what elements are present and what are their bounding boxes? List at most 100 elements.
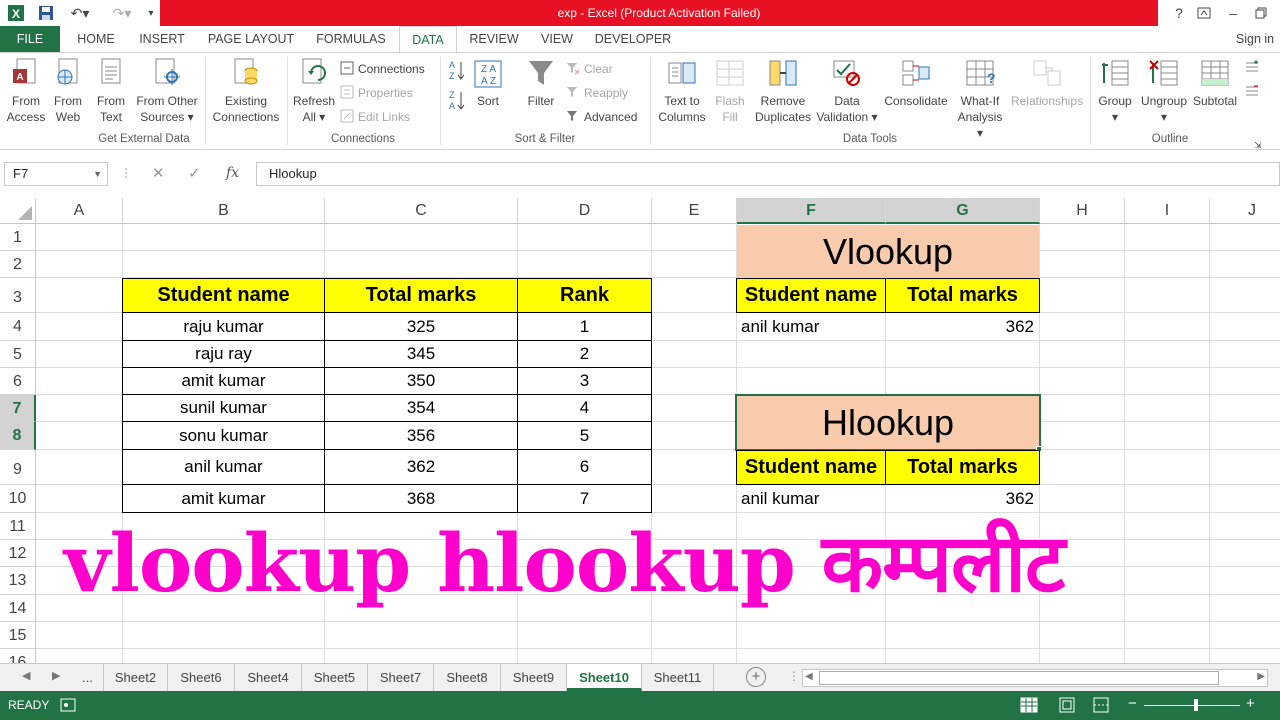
from-web-button[interactable]: From Web — [48, 57, 88, 125]
formula-input[interactable]: Hlookup — [256, 162, 1280, 186]
row-header-10[interactable]: 10 — [0, 485, 36, 513]
sheet-tab-sheet11[interactable]: Sheet11 — [642, 664, 714, 691]
table-cell[interactable]: 2 — [517, 341, 652, 368]
column-header-j[interactable]: J — [1210, 198, 1280, 224]
help-button[interactable]: ? — [1168, 3, 1190, 23]
tab-file[interactable]: FILE — [0, 26, 60, 52]
from-other-sources-button[interactable]: From Other Sources ▾ — [132, 57, 202, 125]
sheet-tab-sheet6[interactable]: Sheet6 — [168, 664, 235, 691]
tab-review[interactable]: REVIEW — [463, 26, 525, 52]
sheet-tab-sheet7[interactable]: Sheet7 — [368, 664, 434, 691]
group-button[interactable]: Group ▾ — [1094, 57, 1136, 125]
text-to-columns-button[interactable]: Text to Columns — [654, 57, 710, 125]
vlookup-header-student-name[interactable]: Student name — [736, 278, 886, 313]
zoom-slider-thumb[interactable] — [1194, 699, 1198, 711]
row-header-9[interactable]: 9 — [0, 450, 36, 485]
show-detail-icon[interactable] — [1244, 59, 1264, 79]
table-cell[interactable]: 3 — [517, 368, 652, 395]
from-access-button[interactable]: A From Access — [4, 57, 48, 125]
table-cell[interactable]: 5 — [517, 422, 652, 450]
ungroup-button[interactable]: Ungroup ▾ — [1136, 57, 1192, 125]
zoom-out-button[interactable]: − — [1128, 695, 1137, 712]
from-text-button[interactable]: From Text — [90, 57, 132, 125]
row-header-13[interactable]: 13 — [0, 567, 36, 595]
hlookup-title[interactable]: Hlookup — [735, 394, 1041, 451]
save-icon[interactable] — [36, 3, 56, 23]
column-header-f[interactable]: F — [737, 198, 886, 224]
subtotal-button[interactable]: Subtotal — [1190, 57, 1240, 109]
flash-fill-button[interactable]: Flash Fill — [712, 57, 748, 125]
main-table-header-total-marks[interactable]: Total marks — [324, 278, 518, 313]
sheet-tab-more[interactable]: ... — [72, 664, 104, 691]
insert-function-icon[interactable]: fx — [226, 165, 239, 181]
sheet-tab-sheet4[interactable]: Sheet4 — [235, 664, 302, 691]
row-header-5[interactable]: 5 — [0, 341, 36, 368]
page-layout-view-icon[interactable] — [1058, 697, 1076, 716]
table-cell[interactable]: anil kumar — [122, 450, 325, 485]
data-validation-button[interactable]: Data Validation ▾ — [814, 57, 880, 125]
scroll-left-arrow-icon[interactable]: ◀ — [805, 671, 813, 682]
tab-formulas[interactable]: FORMULAS — [310, 26, 392, 52]
row-header-15[interactable]: 15 — [0, 622, 36, 649]
scroll-right-icon[interactable]: ▶ — [52, 669, 60, 682]
table-cell[interactable]: 7 — [517, 485, 652, 513]
refresh-all-button[interactable]: Refresh All ▾ — [291, 57, 337, 125]
vlookup-header-total-marks[interactable]: Total marks — [885, 278, 1040, 313]
normal-view-icon[interactable] — [1020, 697, 1038, 716]
name-box[interactable]: F7 ▼ — [4, 162, 108, 186]
zoom-slider[interactable] — [1144, 705, 1240, 706]
scrollbar-thumb[interactable] — [819, 671, 1219, 685]
horizontal-scrollbar[interactable]: ◀ ▶ — [802, 669, 1268, 687]
hlookup-marks-cell[interactable]: 362 — [886, 485, 1038, 513]
page-break-view-icon[interactable] — [1092, 697, 1110, 716]
hlookup-header-student-name[interactable]: Student name — [736, 450, 886, 485]
enter-icon[interactable]: ✓ — [188, 164, 201, 182]
table-cell[interactable]: 325 — [324, 313, 518, 341]
table-cell[interactable]: 350 — [324, 368, 518, 395]
row-header-3[interactable]: 3 — [0, 278, 36, 313]
table-cell[interactable]: 6 — [517, 450, 652, 485]
sort-a-to-z-icon[interactable]: AZ — [448, 59, 468, 81]
row-header-2[interactable]: 2 — [0, 251, 36, 278]
table-cell[interactable]: raju kumar — [122, 313, 325, 341]
column-header-c[interactable]: C — [325, 198, 518, 224]
table-cell[interactable]: 4 — [517, 395, 652, 422]
sort-z-to-a-icon[interactable]: ZA — [448, 89, 468, 111]
redo-icon[interactable]: ↷▾ — [108, 3, 136, 23]
tab-splitter-icon[interactable]: ⋮ — [788, 669, 800, 683]
scroll-left-icon[interactable]: ◀ — [22, 669, 30, 682]
row-header-4[interactable]: 4 — [0, 313, 36, 341]
row-header-6[interactable]: 6 — [0, 368, 36, 395]
table-cell[interactable]: 1 — [517, 313, 652, 341]
drag-handle-icon[interactable]: ⋮ — [120, 166, 132, 180]
row-header-1[interactable]: 1 — [0, 224, 36, 251]
row-header-7[interactable]: 7 — [0, 395, 36, 422]
column-header-a[interactable]: A — [36, 198, 123, 224]
hide-detail-icon[interactable] — [1244, 83, 1264, 103]
connections-button[interactable]: Connections — [340, 59, 425, 79]
minimize-icon[interactable]: – — [1222, 3, 1244, 23]
sheet-tab-sheet10[interactable]: Sheet10 — [567, 664, 642, 691]
reapply-button[interactable]: Reapply — [566, 83, 628, 103]
outline-dialog-launcher-icon[interactable]: ⇲ — [1254, 135, 1268, 155]
sort-button[interactable]: Z AA Z Sort — [470, 57, 506, 109]
sheet-tab-sheet2[interactable]: Sheet2 — [104, 664, 168, 691]
undo-icon[interactable]: ↶▾ — [66, 3, 94, 23]
clear-button[interactable]: Clear — [566, 59, 613, 79]
main-table-header-rank[interactable]: Rank — [517, 278, 652, 313]
cancel-icon[interactable]: ✕ — [152, 164, 165, 182]
tab-insert[interactable]: INSERT — [132, 26, 192, 52]
row-header-14[interactable]: 14 — [0, 595, 36, 622]
scroll-right-arrow-icon[interactable]: ▶ — [1257, 671, 1265, 682]
tab-data[interactable]: DATA — [399, 26, 457, 53]
column-header-e[interactable]: E — [652, 198, 737, 224]
sheet-tab-sheet5[interactable]: Sheet5 — [302, 664, 368, 691]
table-cell[interactable]: 345 — [324, 341, 518, 368]
main-table-header-student-name[interactable]: Student name — [122, 278, 325, 313]
table-cell[interactable]: amit kumar — [122, 368, 325, 395]
tab-home[interactable]: HOME — [66, 26, 126, 52]
table-cell[interactable]: sunil kumar — [122, 395, 325, 422]
table-cell[interactable]: 356 — [324, 422, 518, 450]
advanced-button[interactable]: Advanced — [566, 107, 637, 127]
table-cell[interactable]: 354 — [324, 395, 518, 422]
